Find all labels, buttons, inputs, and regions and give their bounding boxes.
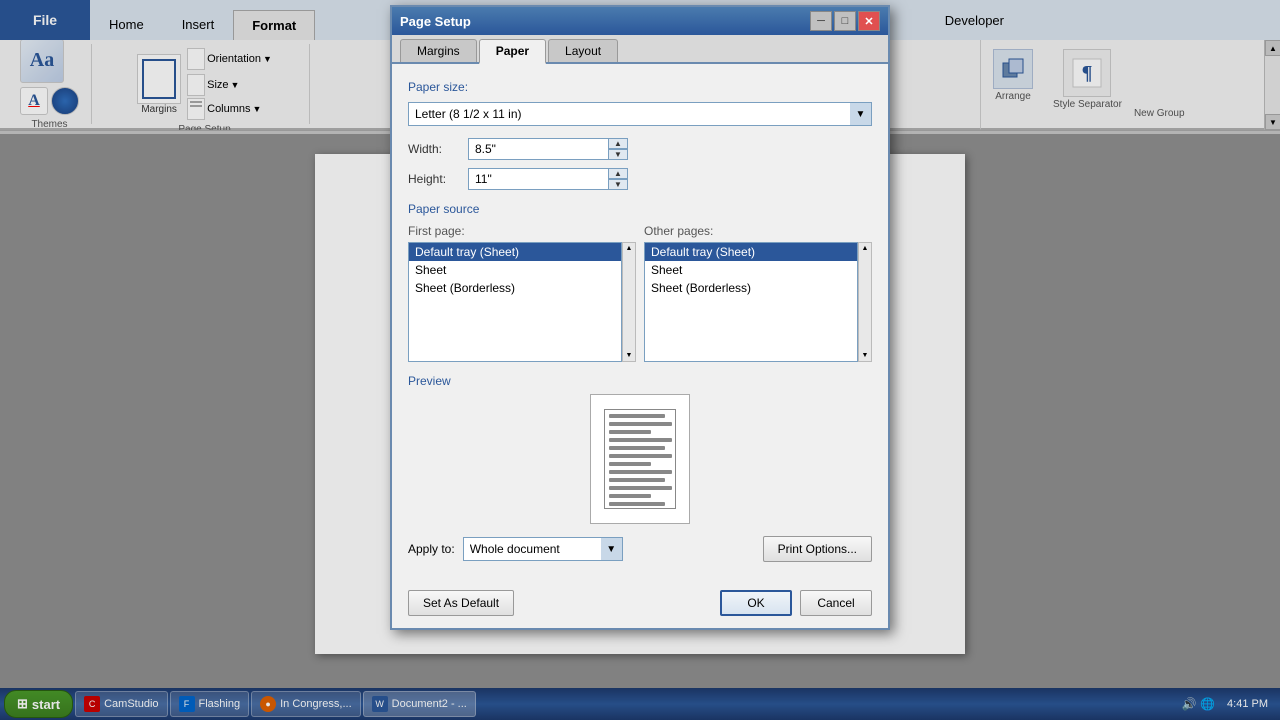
ok-cancel-wrap: OK Cancel bbox=[720, 590, 872, 616]
op-scroll-up[interactable]: ▲ bbox=[859, 243, 871, 254]
first-page-item-0[interactable]: Default tray (Sheet) bbox=[409, 243, 621, 261]
preview-line-12 bbox=[609, 502, 665, 506]
other-pages-list[interactable]: Default tray (Sheet) Sheet Sheet (Border… bbox=[644, 242, 858, 362]
tab-paper[interactable]: Paper bbox=[479, 39, 546, 64]
print-options-wrap: Print Options... bbox=[763, 536, 872, 562]
preview-label: Preview bbox=[408, 374, 872, 388]
height-row: Height: ▲ ▼ bbox=[408, 168, 872, 190]
op-scroll-track bbox=[859, 254, 871, 350]
preview-line-5 bbox=[609, 446, 665, 450]
print-options-btn[interactable]: Print Options... bbox=[763, 536, 872, 562]
preview-line-7 bbox=[609, 462, 651, 466]
dialog-controls: ─ □ ✕ bbox=[810, 11, 880, 31]
paper-size-select-wrap: Letter (8 1/2 x 11 in) ▼ bbox=[408, 102, 872, 126]
other-page-item-1[interactable]: Sheet bbox=[645, 261, 857, 279]
preview-box bbox=[590, 394, 690, 524]
apply-to-arrow[interactable]: ▼ bbox=[601, 537, 623, 561]
fp-scroll-track bbox=[623, 254, 635, 350]
source-columns: First page: Default tray (Sheet) Sheet S… bbox=[408, 224, 872, 362]
first-page-item-1[interactable]: Sheet bbox=[409, 261, 621, 279]
preview-line-11 bbox=[609, 494, 651, 498]
fp-scroll-down[interactable]: ▼ bbox=[623, 350, 635, 361]
paper-size-select[interactable]: Letter (8 1/2 x 11 in) bbox=[408, 102, 872, 126]
paper-source-label: Paper source bbox=[408, 202, 872, 216]
height-down-btn[interactable]: ▼ bbox=[608, 179, 628, 190]
other-pages-label: Other pages: bbox=[644, 224, 872, 238]
apply-to-label: Apply to: bbox=[408, 542, 455, 556]
height-input[interactable] bbox=[468, 168, 628, 190]
first-page-item-2[interactable]: Sheet (Borderless) bbox=[409, 279, 621, 297]
preview-line-3 bbox=[609, 430, 651, 434]
first-page-label: First page: bbox=[408, 224, 636, 238]
tab-layout[interactable]: Layout bbox=[548, 39, 618, 62]
fp-scroll-up[interactable]: ▲ bbox=[623, 243, 635, 254]
width-input[interactable] bbox=[468, 138, 628, 160]
first-page-scrollbar[interactable]: ▲ ▼ bbox=[622, 242, 636, 362]
height-input-wrap: ▲ ▼ bbox=[468, 168, 628, 190]
modal-overlay: Page Setup ─ □ ✕ Margins Paper Layout Pa… bbox=[0, 0, 1280, 720]
paper-size-section-label: Paper size: bbox=[408, 80, 872, 94]
width-up-btn[interactable]: ▲ bbox=[608, 138, 628, 149]
ok-btn[interactable]: OK bbox=[720, 590, 792, 616]
width-down-btn[interactable]: ▼ bbox=[608, 149, 628, 160]
preview-line-4 bbox=[609, 438, 672, 442]
dialog-footer: Set As Default OK Cancel bbox=[392, 590, 888, 628]
preview-section: Preview bbox=[408, 374, 872, 524]
paper-size-arrow[interactable]: ▼ bbox=[850, 102, 872, 126]
dialog-titlebar: Page Setup ─ □ ✕ bbox=[392, 7, 888, 35]
width-spinner: ▲ ▼ bbox=[608, 138, 628, 160]
paper-size-row: Letter (8 1/2 x 11 in) ▼ bbox=[408, 102, 872, 126]
dialog-close-btn[interactable]: ✕ bbox=[858, 11, 880, 31]
set-as-default-btn[interactable]: Set As Default bbox=[408, 590, 514, 616]
preview-area bbox=[408, 394, 872, 524]
other-page-item-0[interactable]: Default tray (Sheet) bbox=[645, 243, 857, 261]
height-spinner: ▲ ▼ bbox=[608, 168, 628, 190]
op-scroll-down[interactable]: ▼ bbox=[859, 350, 871, 361]
preview-line-6 bbox=[609, 454, 672, 458]
dialog-body: Paper size: Letter (8 1/2 x 11 in) ▼ Wid… bbox=[392, 64, 888, 590]
dialog-minimize-btn[interactable]: ─ bbox=[810, 11, 832, 31]
width-label: Width: bbox=[408, 142, 468, 156]
width-row: Width: ▲ ▼ bbox=[408, 138, 872, 160]
other-pages-col: Other pages: Default tray (Sheet) Sheet … bbox=[644, 224, 872, 362]
other-pages-scrollbar[interactable]: ▲ ▼ bbox=[858, 242, 872, 362]
preview-line-1 bbox=[609, 414, 665, 418]
page-setup-dialog: Page Setup ─ □ ✕ Margins Paper Layout Pa… bbox=[390, 5, 890, 630]
tab-margins[interactable]: Margins bbox=[400, 39, 477, 62]
first-page-col: First page: Default tray (Sheet) Sheet S… bbox=[408, 224, 636, 362]
height-up-btn[interactable]: ▲ bbox=[608, 168, 628, 179]
preview-line-2 bbox=[609, 422, 672, 426]
preview-page bbox=[604, 409, 676, 509]
first-page-list-wrap: Default tray (Sheet) Sheet Sheet (Border… bbox=[408, 242, 636, 362]
preview-line-8 bbox=[609, 470, 672, 474]
preview-line-9 bbox=[609, 478, 665, 482]
dialog-title: Page Setup bbox=[400, 14, 810, 29]
other-pages-list-wrap: Default tray (Sheet) Sheet Sheet (Border… bbox=[644, 242, 872, 362]
other-page-item-2[interactable]: Sheet (Borderless) bbox=[645, 279, 857, 297]
apply-to-row: Apply to: Whole document ▼ Print Options… bbox=[408, 536, 872, 562]
dialog-maximize-btn[interactable]: □ bbox=[834, 11, 856, 31]
dialog-tabs: Margins Paper Layout bbox=[392, 35, 888, 64]
first-page-list[interactable]: Default tray (Sheet) Sheet Sheet (Border… bbox=[408, 242, 622, 362]
apply-to-select-wrap: Whole document ▼ bbox=[463, 537, 623, 561]
height-label: Height: bbox=[408, 172, 468, 186]
cancel-btn[interactable]: Cancel bbox=[800, 590, 872, 616]
apply-to-select[interactable]: Whole document bbox=[463, 537, 623, 561]
preview-line-10 bbox=[609, 486, 672, 490]
width-input-wrap: ▲ ▼ bbox=[468, 138, 628, 160]
